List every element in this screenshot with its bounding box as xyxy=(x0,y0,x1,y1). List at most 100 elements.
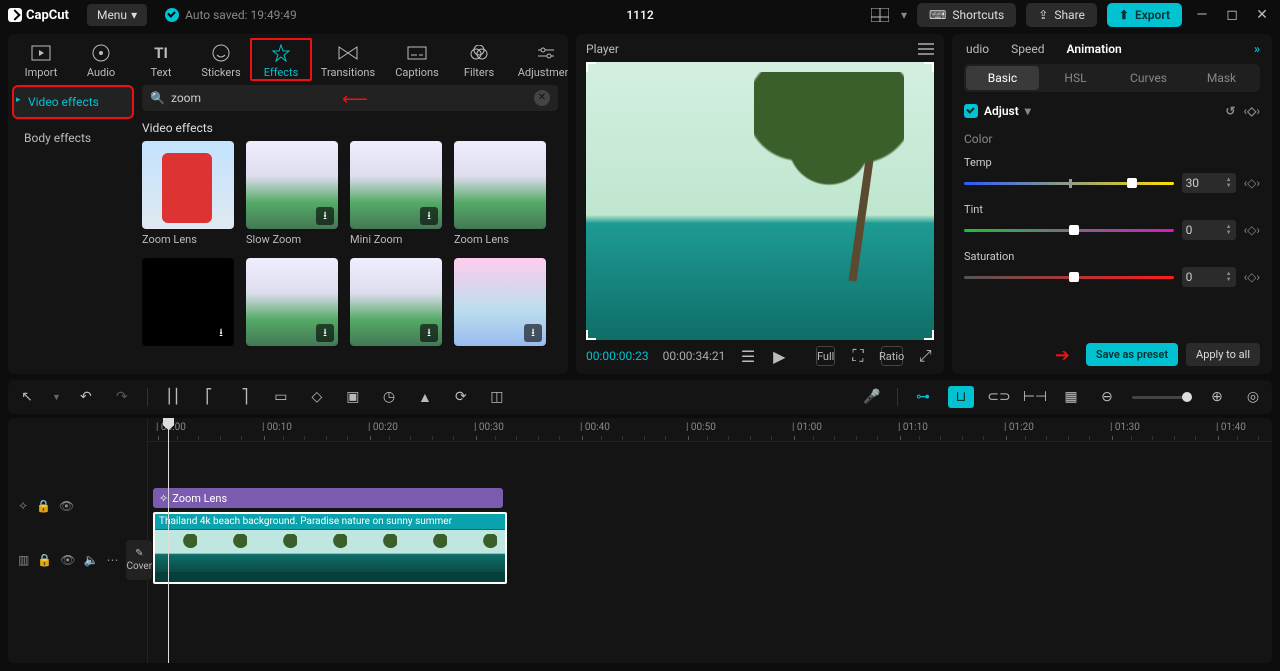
keyframe-controls[interactable]: ‹◇› xyxy=(1244,223,1260,237)
tab-audio-partial[interactable]: udio xyxy=(966,42,989,56)
zoom-in-icon[interactable]: ⊕ xyxy=(1206,386,1228,408)
playhead[interactable] xyxy=(168,418,169,663)
download-icon[interactable]: ⭳ xyxy=(420,207,438,225)
video-clip[interactable]: Thailand 4k beach background. Paradise n… xyxy=(153,512,507,584)
reset-icon[interactable]: ↺ xyxy=(1225,104,1235,118)
star-icon[interactable]: ✧ xyxy=(18,499,28,513)
slider-track[interactable] xyxy=(964,182,1174,185)
effect-card[interactable]: ⭳ xyxy=(350,258,442,350)
tab-stickers[interactable]: Stickers xyxy=(192,40,250,79)
timeline-ruler[interactable]: | 00:00| 00:10| 00:20| 00:30| 00:40| 00:… xyxy=(148,418,1272,442)
align-icon[interactable]: ⊢⊣ xyxy=(1024,386,1046,408)
share-button[interactable]: ⇪ Share xyxy=(1026,3,1097,27)
subtab-mask[interactable]: Mask xyxy=(1185,66,1258,90)
tab-captions[interactable]: Captions xyxy=(386,40,448,79)
layout-icon[interactable] xyxy=(869,4,891,26)
effect-card[interactable]: ⭳Slow Zoom xyxy=(246,141,338,246)
expand-icon[interactable]: ⤢ xyxy=(917,346,934,366)
play-icon[interactable]: ▶ xyxy=(771,346,788,366)
download-icon[interactable]: ⭳ xyxy=(420,324,438,342)
download-icon[interactable]: ⭳ xyxy=(212,324,230,342)
player-preview[interactable] xyxy=(586,62,934,340)
collapse-icon[interactable]: » xyxy=(1254,42,1260,56)
eye-icon[interactable]: 👁 xyxy=(60,553,75,567)
slider-value-box[interactable]: 0▲▼ xyxy=(1182,220,1236,240)
ratio-button[interactable]: Ratio xyxy=(881,346,903,366)
mirror-icon[interactable]: ▲ xyxy=(414,386,436,408)
effect-card[interactable]: Zoom Lens xyxy=(454,141,546,246)
lock-icon[interactable]: 🔒 xyxy=(36,499,51,513)
full-button[interactable]: Full xyxy=(816,346,835,366)
tab-animation[interactable]: Animation xyxy=(1067,42,1122,56)
crop-handle-bl[interactable] xyxy=(586,330,596,340)
tab-audio[interactable]: Audio xyxy=(72,40,130,79)
slider-knob[interactable] xyxy=(1069,272,1079,282)
marker-icon[interactable]: ◇ xyxy=(306,386,328,408)
effect-card[interactable]: Zoom Lens xyxy=(142,141,234,246)
adjust-checkbox[interactable] xyxy=(964,104,978,118)
keyframe-nav-icon[interactable]: ‹◇› xyxy=(1243,104,1260,118)
tab-transitions[interactable]: Transitions xyxy=(312,40,384,79)
window-close[interactable]: ✕ xyxy=(1252,7,1272,23)
trim-left-icon[interactable]: ⎡ xyxy=(198,386,220,408)
link-icon[interactable]: ⊂⊃ xyxy=(988,386,1010,408)
more-icon[interactable]: ⋯ xyxy=(106,553,118,567)
slider-value-box[interactable]: 30▲▼ xyxy=(1182,173,1236,193)
crop-icon[interactable]: ◫ xyxy=(486,386,508,408)
subtab-basic[interactable]: Basic xyxy=(966,66,1039,90)
clear-search-icon[interactable]: ✕ xyxy=(534,90,550,106)
magnet-icon[interactable]: ⊔ xyxy=(948,386,974,408)
delete-icon[interactable]: ▭ xyxy=(270,386,292,408)
lock-icon[interactable]: 🔒 xyxy=(37,553,52,567)
menu-button[interactable]: Menu ▾ xyxy=(87,4,147,26)
crop-handle-tr[interactable] xyxy=(924,62,934,72)
effect-card[interactable]: ⭳ xyxy=(454,258,546,350)
trim-right-icon[interactable]: ⎤ xyxy=(234,386,256,408)
slider-track[interactable] xyxy=(964,229,1174,232)
slider-value-box[interactable]: 0▲▼ xyxy=(1182,267,1236,287)
effect-card[interactable]: ⭳ xyxy=(142,258,234,350)
preview-icon[interactable]: ▦ xyxy=(1060,386,1082,408)
timeline-canvas[interactable]: | 00:00| 00:10| 00:20| 00:30| 00:40| 00:… xyxy=(148,418,1272,663)
player-menu-icon[interactable] xyxy=(918,43,934,55)
tab-speed[interactable]: Speed xyxy=(1011,42,1044,56)
frame-icon[interactable]: ▣ xyxy=(342,386,364,408)
chevron-down-icon[interactable]: ▾ xyxy=(901,8,907,22)
slider-track[interactable] xyxy=(964,276,1174,279)
fx-clip[interactable]: ✧ Zoom Lens xyxy=(153,488,503,508)
slider-knob[interactable] xyxy=(1127,178,1137,188)
zoom-slider[interactable] xyxy=(1132,396,1192,399)
subtab-hsl[interactable]: HSL xyxy=(1039,66,1112,90)
tab-filters[interactable]: Filters xyxy=(450,40,508,79)
sidebar-item-video-effects[interactable]: Video effects xyxy=(14,87,132,117)
split-icon[interactable]: ⎮⎮ xyxy=(162,386,184,408)
sidebar-item-body-effects[interactable]: Body effects xyxy=(14,123,132,153)
tab-text[interactable]: TI Text xyxy=(132,40,190,79)
export-button[interactable]: ⬆ Export xyxy=(1107,3,1182,27)
rotate-icon[interactable]: ⟳ xyxy=(450,386,472,408)
redo-icon[interactable]: ↷ xyxy=(111,386,133,408)
mute-icon[interactable]: 🔈 xyxy=(84,553,99,567)
pointer-tool-icon[interactable]: ↖ xyxy=(16,386,38,408)
tab-effects[interactable]: Effects xyxy=(252,40,310,79)
download-icon[interactable]: ⭳ xyxy=(316,324,334,342)
zoom-out-icon[interactable]: ⊖ xyxy=(1096,386,1118,408)
list-icon[interactable]: ☰ xyxy=(739,346,756,366)
effect-card[interactable]: ⭳ xyxy=(246,258,338,350)
layers-icon[interactable]: ▥ xyxy=(18,553,29,567)
download-icon[interactable]: ⭳ xyxy=(524,324,542,342)
undo-icon[interactable]: ↶ xyxy=(75,386,97,408)
tab-adjustment[interactable]: Adjustment xyxy=(510,40,568,79)
download-icon[interactable]: ⭳ xyxy=(316,207,334,225)
scan-icon[interactable]: ⛶ xyxy=(849,346,866,366)
fit-icon[interactable]: ◎ xyxy=(1242,386,1264,408)
snap-icon[interactable]: ⊶ xyxy=(912,386,934,408)
subtab-curves[interactable]: Curves xyxy=(1112,66,1185,90)
mic-icon[interactable]: 🎤 xyxy=(861,386,883,408)
stepper-icon[interactable]: ▲▼ xyxy=(1226,224,1232,236)
keyframe-controls[interactable]: ‹◇› xyxy=(1244,270,1260,284)
slider-knob[interactable] xyxy=(1069,225,1079,235)
chevron-down-icon[interactable]: ▾ xyxy=(1025,104,1031,118)
keyframe-controls[interactable]: ‹◇› xyxy=(1244,176,1260,190)
save-preset-button[interactable]: Save as preset xyxy=(1086,343,1178,366)
